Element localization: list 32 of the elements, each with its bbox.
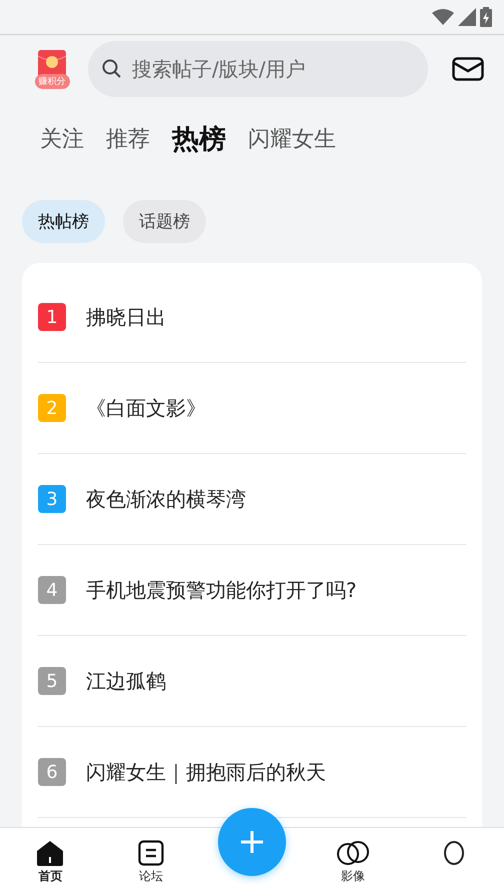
add-button[interactable] (218, 808, 286, 876)
nav-item[interactable]: 论坛 (100, 828, 202, 896)
tab[interactable]: 闪耀女生 (248, 124, 336, 154)
post-title[interactable]: 手机地震预警功能你打开了吗? (86, 576, 357, 604)
rank-badge: 3 (38, 485, 66, 513)
signal-icon (458, 8, 476, 26)
tab[interactable]: 推荐 (106, 124, 150, 154)
linked-rings-icon (336, 840, 370, 866)
post-title[interactable]: 夜色渐浓的横琴湾 (86, 486, 246, 512)
tab[interactable]: 关注 (40, 124, 84, 154)
rank-badge: 6 (38, 758, 66, 786)
home-icon (36, 840, 64, 866)
wifi-icon (432, 9, 454, 25)
document-icon (138, 840, 164, 866)
nav-item[interactable]: 影像 (302, 828, 404, 896)
tab[interactable]: 热榜 (172, 121, 226, 157)
post-title[interactable]: 拂晓日出 (86, 304, 166, 330)
post-title[interactable]: 闪耀女生｜拥抱雨后的秋天 (86, 758, 326, 786)
search-field[interactable]: 搜索帖子/版块/用户 (88, 41, 428, 97)
plus-icon (239, 829, 265, 855)
mail-icon[interactable] (452, 57, 484, 81)
post-title[interactable]: 江边孤鹤 (86, 668, 166, 694)
ring-icon (442, 840, 466, 868)
filter-chip[interactable]: 热帖榜 (22, 200, 105, 242)
rank-badge: 4 (38, 576, 66, 604)
post-title[interactable]: 《白面文影》 (86, 394, 206, 422)
rank-badge: 1 (38, 303, 66, 331)
filter-chip[interactable]: 话题榜 (123, 200, 206, 242)
rank-badge: 5 (38, 667, 66, 695)
nav-item[interactable]: 首页 (0, 828, 101, 896)
rank-badge: 2 (38, 394, 66, 422)
battery-icon (480, 7, 492, 27)
